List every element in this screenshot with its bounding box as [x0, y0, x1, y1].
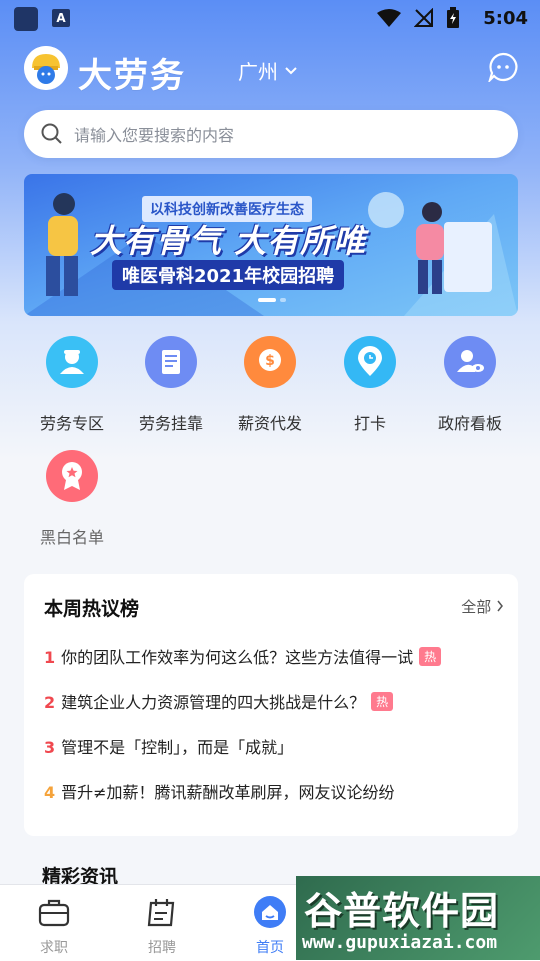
hot-topic-item[interactable]: 4 晋升≠加薪！腾讯薪酬改革刷屏，网友议论纷纷 [44, 779, 395, 803]
tab-label: 求职 [40, 940, 68, 956]
promo-banner[interactable]: 以科技创新改善医疗生态 大有骨气 大有所唯 唯医骨科2021年校园招聘 [24, 174, 518, 316]
wifi-icon [377, 9, 401, 27]
home-icon [254, 896, 286, 928]
site-watermark: 谷普软件园 www.gupuxiazai.com [296, 876, 540, 960]
service-labor-affiliation[interactable]: 劳务挂靠 [121, 336, 221, 434]
chevron-right-icon [497, 600, 503, 612]
message-icon[interactable] [488, 52, 518, 82]
hot-badge: 热 [371, 692, 394, 711]
service-payroll[interactable]: $ 薪资代发 [220, 336, 320, 434]
tab-job-seeking[interactable]: 求职 [14, 895, 94, 957]
banner-subline: 唯医骨科2021年校园招聘 [112, 260, 345, 290]
hot-rank: 3 [44, 738, 56, 757]
service-label: 政府看板 [437, 414, 502, 433]
hot-rank: 1 [44, 648, 56, 667]
service-gov-board[interactable]: 政府看板 [420, 336, 520, 434]
hot-topics-title: 本周热议榜 [44, 598, 140, 620]
city-selector[interactable]: 广州 [238, 56, 298, 85]
status-bar: A 5:04 [0, 0, 540, 36]
service-label: 劳务专区 [39, 414, 104, 433]
pagination-dot [258, 298, 276, 302]
worker-icon [46, 336, 98, 388]
user-eye-icon [444, 336, 496, 388]
hot-topics-card: 本周热议榜 全部 1 你的团队工作效率为何这么低？这些方法值得一试热 2 建筑企业人… [24, 574, 518, 836]
hot-topic-item[interactable]: 1 你的团队工作效率为何这么低？这些方法值得一试热 [44, 644, 442, 668]
search-placeholder: 请输入您要搜索的内容 [74, 126, 235, 145]
app-header: 大劳务 广州 [24, 46, 518, 96]
watermark-url: www.gupuxiazai.com [302, 932, 498, 953]
hot-rank: 2 [44, 693, 56, 712]
pagination-dot [280, 298, 286, 302]
notification-a-icon: A [52, 9, 70, 27]
coin-icon: $ [244, 336, 296, 388]
search-icon [41, 123, 62, 144]
service-label: 打卡 [353, 414, 386, 433]
banner-headline: 大有骨气 大有所唯 [90, 222, 367, 260]
view-all-link[interactable]: 全部 [461, 596, 504, 617]
tab-recruiting[interactable]: 招聘 [122, 895, 202, 957]
search-bar[interactable]: 请输入您要搜索的内容 [24, 110, 518, 158]
watermark-title: 谷普软件园 [304, 889, 500, 933]
battery-icon [447, 7, 459, 28]
service-blacklist[interactable]: 黑白名单 [22, 450, 122, 548]
status-icons [376, 7, 460, 29]
hot-topic-text: 你的团队工作效率为何这么低？这些方法值得一试 [61, 648, 414, 667]
briefcase-icon [38, 899, 70, 927]
service-label: 薪资代发 [237, 414, 302, 433]
badge-icon [46, 450, 98, 502]
hot-topic-item[interactable]: 3 管理不是「控制」，而是「成就」 [44, 734, 293, 758]
service-check-in[interactable]: 打卡 [320, 336, 420, 434]
document-icon [145, 336, 197, 388]
calendar-icon [147, 899, 175, 927]
service-label: 黑白名单 [39, 528, 104, 547]
banner-pagination [258, 298, 286, 302]
service-label: 劳务挂靠 [138, 414, 203, 433]
no-signal-icon [414, 8, 433, 27]
view-all-label: 全部 [461, 598, 492, 616]
hot-badge: 热 [419, 647, 442, 666]
hot-topic-text: 建筑企业人力资源管理的四大挑战是什么？ [61, 693, 366, 712]
service-labor-zone[interactable]: 劳务专区 [22, 336, 122, 434]
hot-topic-item[interactable]: 2 建筑企业人力资源管理的四大挑战是什么？ 热 [44, 689, 394, 713]
hot-rank: 4 [44, 783, 56, 802]
app-logo [24, 46, 68, 90]
svg-text:$: $ [265, 353, 275, 369]
hot-topic-text: 晋升≠加薪！腾讯薪酬改革刷屏，网友议论纷纷 [61, 783, 395, 802]
tab-label: 招聘 [148, 940, 176, 956]
app-name: 大劳务 [78, 56, 186, 96]
location-clock-icon [344, 336, 396, 388]
chevron-down-icon [285, 66, 297, 74]
city-label: 广州 [238, 60, 278, 84]
notification-app-icon [14, 7, 38, 31]
clock-time: 5:04 [483, 8, 528, 29]
hot-topic-text: 管理不是「控制」，而是「成就」 [61, 738, 294, 757]
